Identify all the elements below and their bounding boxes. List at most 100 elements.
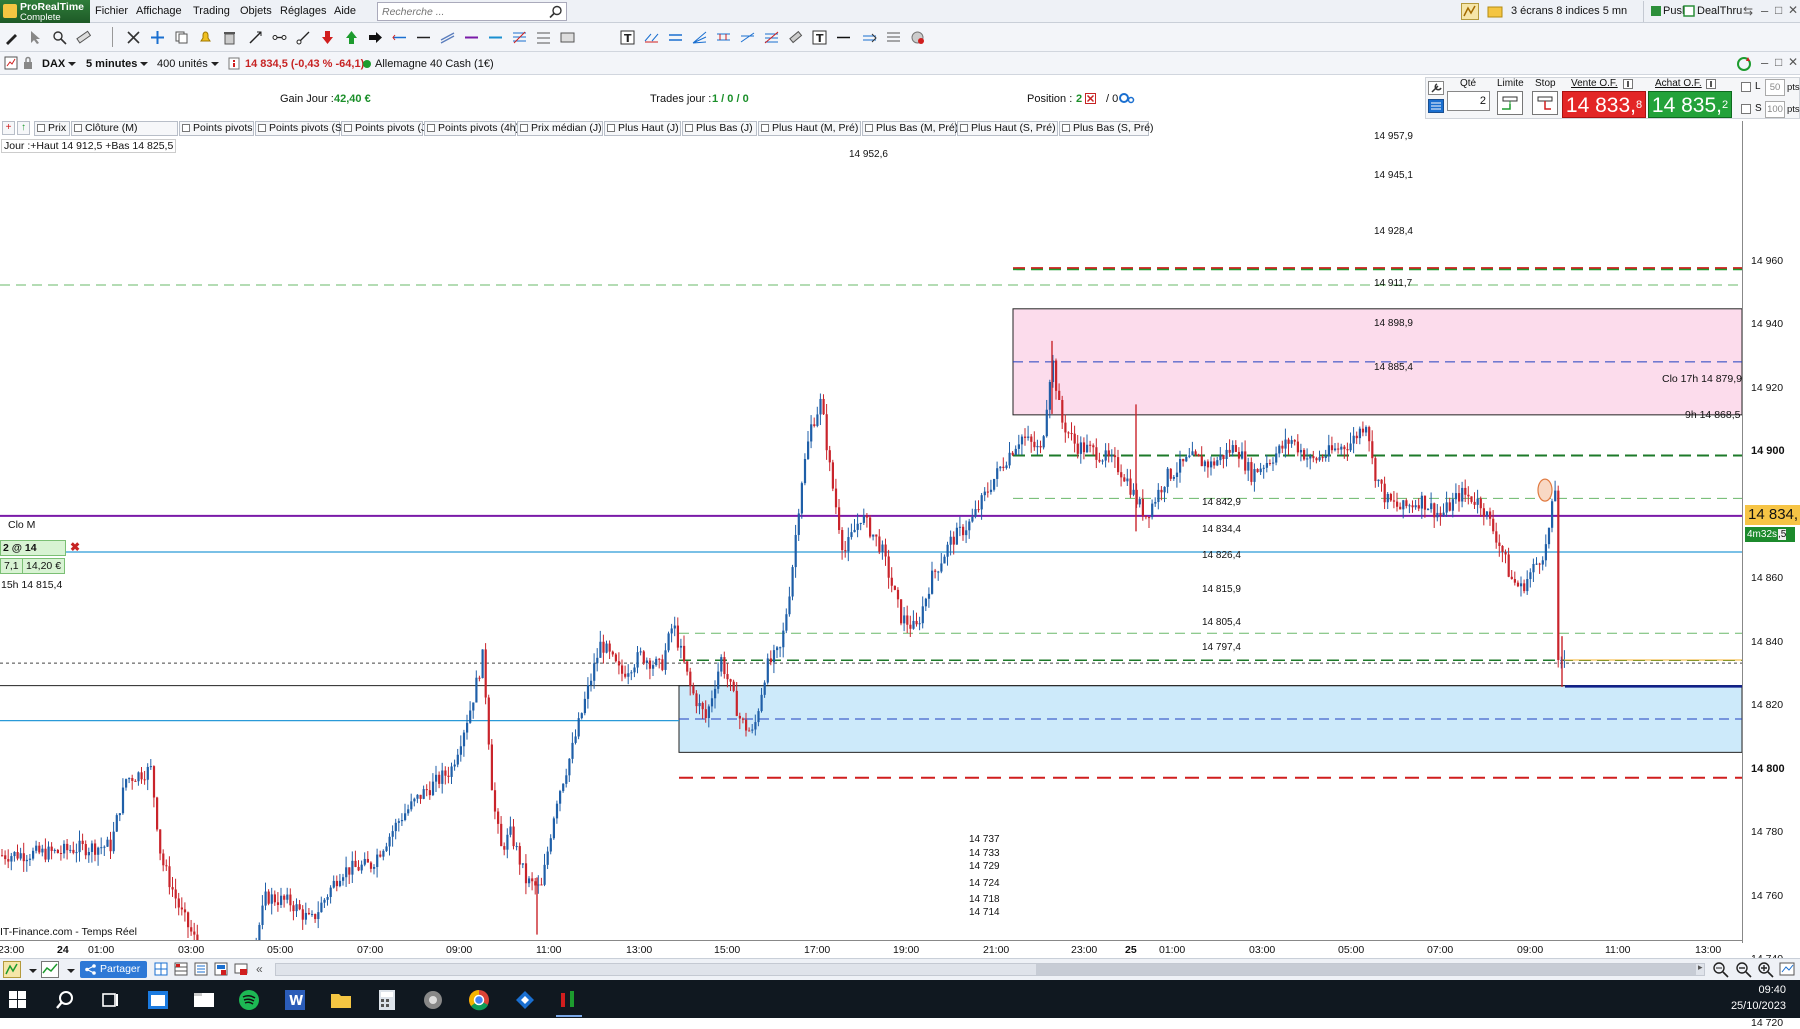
buy-info-icon[interactable] [1706,79,1716,89]
scroll-left-double-icon[interactable]: « [256,962,263,976]
arrow-right-icon[interactable] [368,30,383,45]
purple-line-icon[interactable] [464,30,479,45]
panel-minimize-icon[interactable]: – [1761,55,1768,70]
folder-icon[interactable] [1487,4,1503,19]
search-box[interactable] [377,2,567,21]
word-icon[interactable]: W [284,989,306,1011]
menu-fichier[interactable]: Fichier [95,5,128,17]
copy-icon[interactable] [174,30,189,45]
move-icon[interactable] [150,30,165,45]
stop-pts-field[interactable]: 100 [1765,101,1785,118]
search-input[interactable] [378,3,543,20]
horizontal-scrollbar[interactable] [275,963,1705,976]
timeframe-selector[interactable]: 5 minutes [86,58,149,70]
arrow-up-icon[interactable] [344,30,359,45]
fan-icon[interactable] [692,30,707,45]
indicator-tab[interactable]: Plus Haut (S, Pré) [957,121,1058,136]
app-window-icon[interactable] [147,989,169,1011]
indicator-checkbox[interactable] [520,124,528,132]
alert-bell-icon[interactable] [198,30,213,45]
keypad-icon[interactable] [1428,99,1444,113]
spotify-icon[interactable] [238,989,260,1011]
close-position-x-icon[interactable]: ✖ [70,541,82,554]
sell-info-icon[interactable] [1623,79,1633,89]
gann-icon[interactable] [740,30,755,45]
chevron-down-icon[interactable] [26,965,37,977]
trend-line-icon[interactable] [248,30,263,45]
indicator-checkbox[interactable] [344,124,352,132]
segment-icon[interactable] [272,30,287,45]
time-axis[interactable]: 23:00 24 01:00 03:00 05:00 07:00 09:00 11:00 13:… [0,940,1742,958]
browser-app-icon[interactable] [422,989,444,1011]
table-icon[interactable] [174,962,188,976]
signal-icon[interactable] [862,30,877,45]
trading-app-icon[interactable] [514,989,536,1011]
screens-icon[interactable] [234,962,248,976]
qty-field[interactable]: 2 [1447,91,1490,111]
panel-maximize-icon[interactable]: □ [1775,55,1782,69]
zoom-fit-icon[interactable] [1712,961,1729,978]
zoom-in-icon[interactable] [1757,961,1774,978]
trash-icon[interactable] [222,30,237,45]
indicator-checkbox[interactable] [37,124,45,132]
arrow-down-icon[interactable] [320,30,335,45]
trend-channel-icon[interactable] [644,30,659,45]
prorealtime-taskbar-icon[interactable] [558,989,580,1011]
clock-time[interactable]: 09:40 [1758,984,1786,996]
position-settings-icon[interactable] [1119,92,1135,105]
symbol-selector[interactable]: DAX [42,58,77,70]
menu-affichage[interactable]: Affichage [136,5,182,17]
indicator-tab[interactable]: Plus Bas (S, Pré) [1059,121,1154,136]
close-position-icon[interactable] [1085,93,1096,104]
limit-checkbox[interactable] [1741,82,1751,92]
panel-close-icon[interactable]: ✕ [1788,55,1798,69]
menu-objets[interactable]: Objets [240,5,272,17]
measure-icon[interactable] [788,30,803,45]
cycle-icon[interactable] [716,30,731,45]
text-tool-icon[interactable]: T [620,30,635,45]
fib-arc-icon[interactable] [764,30,779,45]
wrench-icon[interactable] [1428,81,1444,95]
buy-button[interactable]: 14 835,2 [1648,91,1732,118]
pencil-icon[interactable] [4,30,19,45]
indicator-checkbox[interactable] [607,124,615,132]
maximize-icon[interactable]: □ [1775,3,1782,17]
list-icon[interactable] [194,962,208,976]
level-line-icon[interactable] [836,30,851,45]
indicator-checkbox[interactable] [74,124,82,132]
indicator-tab[interactable]: Points pivots (S) [255,121,345,136]
indicator-tab[interactable]: Prix [34,121,70,136]
chevron-down-icon[interactable] [64,965,75,977]
indicator-tab[interactable]: Points pivots (M) [179,121,271,136]
scroll-right-icon[interactable]: ▸ [1698,962,1703,973]
blue-line-icon[interactable] [488,30,503,45]
cursor-icon[interactable] [28,30,43,45]
zoom-icon[interactable] [52,30,67,45]
minimize-icon[interactable]: – [1761,3,1768,18]
indicator-checkbox[interactable] [427,124,435,132]
indicator-tab[interactable]: Plus Haut (M, Pré) [758,121,861,136]
stop-checkbox[interactable] [1741,104,1751,114]
parallel-lines-icon[interactable] [668,30,683,45]
channel-icon[interactable] [440,30,455,45]
levels-icon[interactable] [886,30,901,45]
indicator-checkbox[interactable] [258,124,266,132]
ruler-icon[interactable] [76,30,91,45]
restore-left-icon[interactable]: ⇆ [1743,4,1753,18]
settings-wheel-icon[interactable] [910,30,925,45]
limit-pts-field[interactable]: 50 [1765,79,1785,96]
chart-style-icon[interactable] [3,961,21,978]
indicator-tab[interactable]: Points pivots (J) [341,121,430,136]
indicator-tab[interactable]: Points pivots (4h) [424,121,519,136]
limit-order-button[interactable] [1497,91,1523,115]
indicators-icon[interactable] [41,961,59,978]
clock-date[interactable]: 25/10/2023 [1731,1000,1786,1012]
chart-tool-icon[interactable] [1461,3,1479,20]
indicator-tab[interactable]: Plus Bas (M, Pré) [862,121,958,136]
dealthru-button[interactable]: DealThru [1697,5,1742,17]
position-tag[interactable]: 2 @ 14 826,7 [0,540,66,568]
indicator-checkbox[interactable] [865,124,873,132]
horizontal-line-icon[interactable] [416,30,431,45]
pitchfork-icon[interactable] [536,30,551,45]
stop-order-button[interactable] [1532,91,1558,115]
